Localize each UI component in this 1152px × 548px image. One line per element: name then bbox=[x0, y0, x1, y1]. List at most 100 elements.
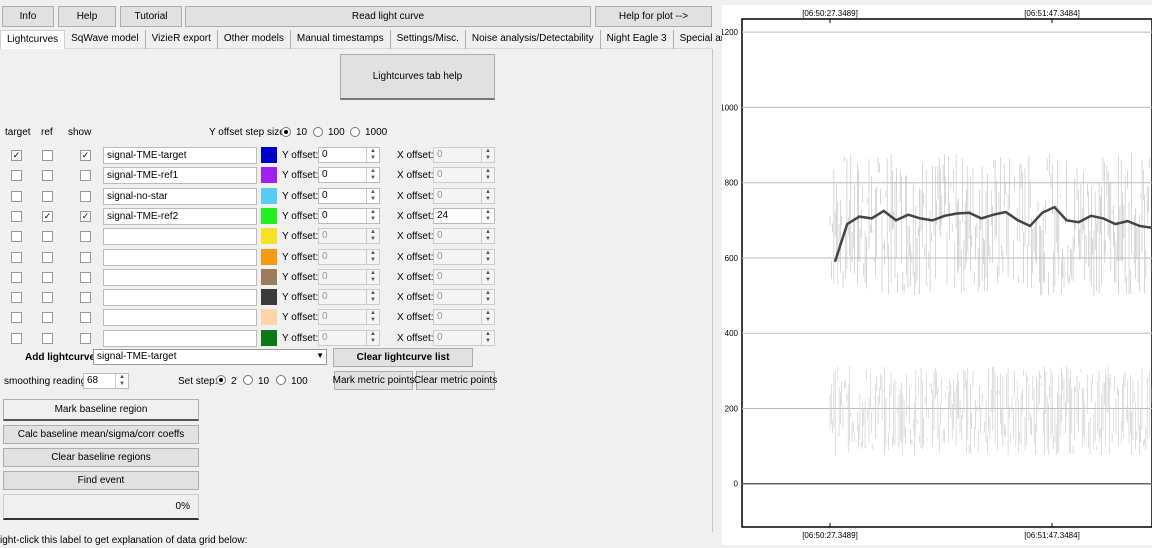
tab-sqwave-model[interactable]: SqWave model bbox=[65, 30, 146, 49]
x-offset-spinner[interactable]: 0 ▲ ▼ bbox=[433, 248, 495, 265]
x-offset-spinner[interactable]: 0 ▲ ▼ bbox=[433, 329, 495, 346]
ref-checkbox[interactable] bbox=[42, 231, 53, 243]
x-offset-spinner[interactable]: 24 ▲ ▼ bbox=[433, 207, 495, 224]
spinner-arrows-icon[interactable]: ▲ ▼ bbox=[481, 229, 494, 244]
spinner-arrows-icon[interactable]: ▲ ▼ bbox=[481, 208, 494, 223]
y-offset-spinner[interactable]: 0 ▲ ▼ bbox=[318, 147, 380, 163]
spinner-arrows-icon[interactable]: ▲ ▼ bbox=[366, 229, 379, 244]
spinner-arrows-icon[interactable]: ▲ ▼ bbox=[366, 208, 379, 223]
show-checkbox[interactable] bbox=[80, 271, 91, 283]
clear-lightcurve-list-button[interactable]: Clear lightcurve list bbox=[333, 348, 473, 367]
y-offset-spinner[interactable]: 0 ▲ ▼ bbox=[318, 289, 380, 306]
target-checkbox[interactable] bbox=[11, 210, 22, 222]
show-checkbox[interactable] bbox=[80, 332, 91, 344]
color-swatch[interactable] bbox=[261, 268, 277, 285]
smoothing-readings-spinner[interactable]: 68 ▲ ▼ bbox=[83, 373, 129, 389]
ref-checkbox[interactable] bbox=[42, 292, 53, 304]
spinner-arrows-icon[interactable]: ▲ ▼ bbox=[481, 310, 494, 325]
lightcurve-name-field[interactable]: signal-TME-target bbox=[103, 147, 257, 164]
spinner-arrows-icon[interactable]: ▲ ▼ bbox=[366, 148, 379, 162]
tab-noise-analysis[interactable]: Noise analysis/Detectability bbox=[466, 30, 601, 49]
color-swatch[interactable] bbox=[261, 207, 277, 224]
target-checkbox[interactable] bbox=[11, 332, 22, 344]
spinner-arrows-icon[interactable]: ▲ ▼ bbox=[481, 249, 494, 264]
spinner-arrows-icon[interactable]: ▲ ▼ bbox=[366, 188, 379, 203]
x-offset-spinner[interactable]: 0 ▲ ▼ bbox=[433, 228, 495, 245]
clear-baseline-regions-button[interactable]: Clear baseline regions bbox=[3, 448, 199, 467]
target-checkbox[interactable]: ✓ bbox=[11, 150, 22, 161]
ref-checkbox[interactable]: ✓ bbox=[42, 210, 53, 222]
spinner-arrows-icon[interactable]: ▲ ▼ bbox=[366, 330, 379, 345]
lightcurve-name-field[interactable]: signal-TME-ref1 bbox=[103, 167, 257, 185]
y-offset-spinner[interactable]: 0 ▲ ▼ bbox=[318, 167, 380, 184]
x-offset-spinner[interactable]: 0 ▲ ▼ bbox=[433, 309, 495, 326]
target-checkbox[interactable] bbox=[11, 251, 22, 263]
target-checkbox[interactable] bbox=[11, 271, 22, 283]
tab-manual-timestamps[interactable]: Manual timestamps bbox=[291, 30, 391, 49]
ref-checkbox[interactable] bbox=[42, 150, 53, 161]
read-light-curve-button[interactable]: Read light curve bbox=[185, 6, 591, 27]
y-offset-spinner[interactable]: 0 ▲ ▼ bbox=[318, 187, 380, 204]
y-offset-spinner[interactable]: 0 ▲ ▼ bbox=[318, 309, 380, 326]
clear-metric-points-button[interactable]: Clear metric points bbox=[414, 371, 497, 390]
lightcurve-name-field[interactable] bbox=[103, 289, 257, 307]
find-event-button[interactable]: Find event bbox=[3, 471, 199, 490]
set-step-10-radio[interactable] bbox=[243, 375, 253, 385]
lightcurve-name-field[interactable]: signal-TME-ref2 bbox=[103, 207, 257, 225]
spinner-arrows-icon[interactable]: ▲ ▼ bbox=[481, 168, 494, 183]
color-swatch[interactable] bbox=[261, 228, 277, 245]
color-swatch[interactable] bbox=[261, 329, 277, 346]
lightcurve-name-field[interactable] bbox=[103, 228, 257, 246]
y-offset-spinner[interactable]: 0 ▲ ▼ bbox=[318, 248, 380, 265]
spinner-arrows-icon[interactable]: ▲ ▼ bbox=[481, 290, 494, 305]
color-swatch[interactable] bbox=[261, 248, 277, 265]
show-checkbox[interactable] bbox=[80, 312, 91, 324]
spinner-arrows-icon[interactable]: ▲ ▼ bbox=[481, 148, 494, 162]
lightcurve-name-field[interactable] bbox=[103, 329, 257, 347]
ref-checkbox[interactable] bbox=[42, 312, 53, 324]
y-offset-spinner[interactable]: 0 ▲ ▼ bbox=[318, 207, 380, 224]
calc-baseline-button[interactable]: Calc baseline mean/sigma/corr coeffs bbox=[3, 425, 199, 444]
step-1000-radio[interactable] bbox=[350, 127, 360, 137]
show-checkbox[interactable] bbox=[80, 292, 91, 304]
tab-other-models[interactable]: Other models bbox=[218, 30, 291, 49]
x-offset-spinner[interactable]: 0 ▲ ▼ bbox=[433, 289, 495, 306]
lightcurve-name-field[interactable] bbox=[103, 309, 257, 327]
tab-vizier-export[interactable]: VizieR export bbox=[146, 30, 218, 49]
plot-canvas[interactable]: 1200 1000 800 600 400 200 0 [06:50:27.3489] [06:… bbox=[720, 5, 1152, 545]
ref-checkbox[interactable] bbox=[42, 271, 53, 283]
y-offset-spinner[interactable]: 0 ▲ ▼ bbox=[318, 268, 380, 285]
lightcurve-name-field[interactable] bbox=[103, 248, 257, 266]
show-checkbox[interactable]: ✓ bbox=[80, 210, 91, 222]
color-swatch[interactable] bbox=[261, 167, 277, 184]
x-offset-spinner[interactable]: 0 ▲ ▼ bbox=[433, 147, 495, 163]
lightcurve-plot[interactable]: 1200 1000 800 600 400 200 0 [06:50:27.3489] [06:… bbox=[720, 5, 1152, 545]
set-step-2-radio[interactable] bbox=[216, 375, 226, 385]
show-checkbox[interactable]: ✓ bbox=[80, 150, 91, 161]
x-offset-spinner[interactable]: 0 ▲ ▼ bbox=[433, 187, 495, 204]
tab-settings-misc[interactable]: Settings/Misc. bbox=[391, 30, 466, 49]
spinner-arrows-icon[interactable]: ▲ ▼ bbox=[481, 330, 494, 345]
spinner-arrows-icon[interactable]: ▲ ▼ bbox=[481, 269, 494, 284]
set-step-100-radio[interactable] bbox=[276, 375, 286, 385]
tutorial-button[interactable]: Tutorial bbox=[120, 6, 182, 27]
ref-checkbox[interactable] bbox=[42, 332, 53, 344]
color-swatch[interactable] bbox=[261, 309, 277, 326]
spinner-arrows-icon[interactable]: ▲ ▼ bbox=[366, 310, 379, 325]
ref-checkbox[interactable] bbox=[42, 170, 53, 182]
spinner-arrows-icon[interactable]: ▲ ▼ bbox=[366, 290, 379, 305]
show-checkbox[interactable] bbox=[80, 251, 91, 263]
lightcurve-name-field[interactable]: signal-no-star bbox=[103, 187, 257, 205]
x-offset-spinner[interactable]: 0 ▲ ▼ bbox=[433, 167, 495, 184]
info-button[interactable]: Info bbox=[2, 6, 54, 27]
color-swatch[interactable] bbox=[261, 289, 277, 306]
spinner-arrows-icon[interactable]: ▲ ▼ bbox=[481, 188, 494, 203]
spinner-arrows-icon[interactable]: ▲ ▼ bbox=[115, 374, 128, 388]
color-swatch[interactable] bbox=[261, 187, 277, 204]
target-checkbox[interactable] bbox=[11, 292, 22, 304]
tab-night-eagle-3[interactable]: Night Eagle 3 bbox=[601, 30, 674, 49]
ref-checkbox[interactable] bbox=[42, 190, 53, 202]
target-checkbox[interactable] bbox=[11, 190, 22, 202]
spinner-arrows-icon[interactable]: ▲ ▼ bbox=[366, 269, 379, 284]
target-checkbox[interactable] bbox=[11, 231, 22, 243]
